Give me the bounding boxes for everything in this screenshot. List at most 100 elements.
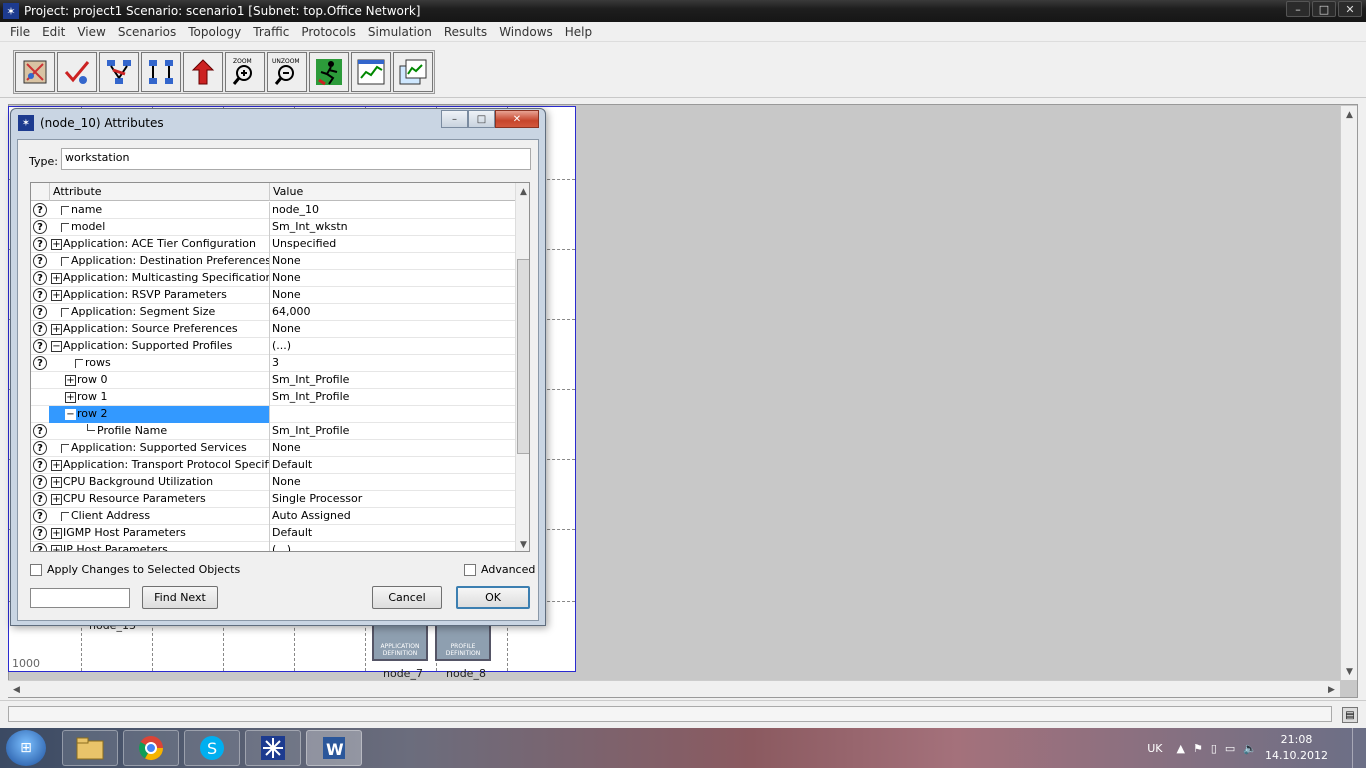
expand-icon[interactable]: + (51, 459, 62, 471)
attribute-value[interactable]: None (272, 474, 512, 491)
help-icon[interactable]: ? (33, 288, 47, 302)
table-row[interactable]: ? + CPU Background Utilization None (31, 474, 515, 491)
scroll-down-icon[interactable]: ▼ (1342, 664, 1357, 679)
explorer-taskbar-button[interactable] (62, 730, 118, 766)
scroll-right-icon[interactable]: ▶ (1324, 682, 1339, 697)
dialog-titlebar[interactable]: ✶ (node_10) Attributes – □ ✕ (11, 109, 545, 137)
language-indicator[interactable]: UK (1147, 742, 1162, 755)
menu-help[interactable]: Help (559, 25, 598, 39)
help-icon[interactable]: ? (33, 492, 47, 506)
expand-icon[interactable]: + (51, 493, 62, 505)
menu-view[interactable]: View (71, 25, 111, 39)
table-row[interactable]: ? + IGMP Host Parameters Default (31, 525, 515, 542)
attribute-value[interactable]: Unspecified (272, 236, 512, 253)
table-row[interactable]: + row 1 Sm_Int_Profile (31, 389, 515, 406)
table-row[interactable]: ? + CPU Resource Parameters Single Proces… (31, 491, 515, 508)
table-row[interactable]: ? Application: Destination Preferences N… (31, 253, 515, 270)
attribute-column-header[interactable]: Attribute (49, 183, 270, 201)
help-icon[interactable]: ? (33, 271, 47, 285)
view-results-button[interactable] (351, 52, 391, 92)
attribute-value[interactable]: Single Processor (272, 491, 512, 508)
start-button[interactable]: ⊞ (6, 730, 46, 766)
checkbox-box[interactable] (30, 563, 42, 576)
table-scroll-down-icon[interactable]: ▼ (516, 537, 529, 551)
attribute-value[interactable]: (...) (272, 338, 512, 355)
advanced-checkbox[interactable]: Advanced (464, 563, 535, 576)
expand-icon[interactable]: + (51, 323, 62, 335)
attribute-value[interactable]: Sm_Int_Profile (272, 372, 512, 389)
table-row[interactable]: ? − Application: Supported Profiles (...) (31, 338, 515, 355)
skype-taskbar-button[interactable]: S (184, 730, 240, 766)
attribute-value[interactable]: None (272, 253, 512, 270)
menu-results[interactable]: Results (438, 25, 493, 39)
expand-icon[interactable]: + (51, 476, 62, 488)
close-button[interactable]: ✕ (1338, 1, 1362, 17)
table-row[interactable]: ? + IP Host Parameters (...) (31, 542, 515, 551)
help-icon[interactable]: ? (33, 305, 47, 319)
dialog-close-button[interactable]: ✕ (495, 110, 539, 128)
table-row[interactable]: ? Application: Supported Services None (31, 440, 515, 457)
node-8-label[interactable]: node_8 (446, 667, 486, 680)
help-icon[interactable]: ? (33, 237, 47, 251)
scroll-left-icon[interactable]: ◀ (9, 682, 24, 697)
menu-protocols[interactable]: Protocols (295, 25, 362, 39)
attribute-value[interactable]: Default (272, 457, 512, 474)
profile-definition-node[interactable]: PROFILE DEFINITION (435, 621, 491, 661)
table-row[interactable]: ? + Application: RSVP Parameters None (31, 287, 515, 304)
help-icon[interactable]: ? (33, 356, 47, 370)
device-icon[interactable]: ▯ (1211, 742, 1217, 755)
attribute-value[interactable]: Sm_Int_Profile (272, 389, 512, 406)
configure-run-button[interactable] (309, 52, 349, 92)
action-center-icon[interactable]: ⚑ (1193, 742, 1203, 755)
table-row[interactable]: ? + Application: Source Preferences None (31, 321, 515, 338)
table-scroll-thumb[interactable] (517, 259, 529, 454)
table-vertical-scrollbar[interactable]: ▲ ▼ (515, 183, 529, 551)
attribute-value[interactable]: Sm_Int_Profile (272, 423, 512, 440)
ok-button[interactable]: OK (456, 586, 530, 609)
dialog-maximize-button[interactable]: □ (468, 110, 495, 128)
help-icon[interactable]: ? (33, 441, 47, 455)
help-icon[interactable]: ? (33, 203, 47, 217)
collapse-icon[interactable]: − (65, 408, 76, 420)
attribute-value[interactable]: None (272, 287, 512, 304)
zoom-button[interactable]: ZOOM (225, 52, 265, 92)
node-7-label[interactable]: node_7 (383, 667, 423, 680)
type-field[interactable]: workstation (61, 148, 531, 170)
find-next-button[interactable]: Find Next (142, 586, 218, 609)
menu-file[interactable]: File (4, 25, 36, 39)
cancel-button[interactable]: Cancel (372, 586, 442, 609)
help-icon[interactable]: ? (33, 509, 47, 523)
attribute-value[interactable]: None (272, 440, 512, 457)
fail-link-button[interactable] (99, 52, 139, 92)
workspace-vertical-scrollbar[interactable]: ▲ ▼ (1340, 106, 1357, 680)
expand-icon[interactable]: + (51, 527, 62, 539)
attribute-value[interactable]: Default (272, 525, 512, 542)
table-row[interactable]: + row 0 Sm_Int_Profile (31, 372, 515, 389)
help-icon[interactable]: ? (33, 339, 47, 353)
return-to-parent-button[interactable] (183, 52, 223, 92)
menu-topology[interactable]: Topology (182, 25, 247, 39)
menu-traffic[interactable]: Traffic (247, 25, 295, 39)
table-row[interactable]: ? + Application: Multicasting Specificati… (31, 270, 515, 287)
help-icon[interactable]: ? (33, 254, 47, 268)
expand-icon[interactable]: + (51, 238, 62, 250)
table-row[interactable]: ? + Application: Transport Protocol Speci… (31, 457, 515, 474)
chrome-taskbar-button[interactable] (123, 730, 179, 766)
table-row[interactable]: ? rows 3 (31, 355, 515, 372)
menu-scenarios[interactable]: Scenarios (112, 25, 182, 39)
apply-changes-checkbox[interactable]: Apply Changes to Selected Objects (30, 563, 240, 576)
collapse-icon[interactable]: − (51, 340, 62, 352)
help-icon[interactable]: ? (33, 458, 47, 472)
menu-edit[interactable]: Edit (36, 25, 71, 39)
attribute-value[interactable]: 3 (272, 355, 512, 372)
word-taskbar-button[interactable]: W (306, 730, 362, 766)
help-icon[interactable]: ? (33, 220, 47, 234)
table-row-selected[interactable]: − row 2 (31, 406, 515, 423)
help-icon[interactable]: ? (33, 322, 47, 336)
find-input[interactable] (30, 588, 130, 608)
workspace-horizontal-scrollbar[interactable]: ◀ ▶ (8, 680, 1340, 697)
open-palette-button[interactable] (15, 52, 55, 92)
expand-icon[interactable]: + (65, 391, 76, 403)
checkbox-box[interactable] (464, 563, 476, 576)
minimize-button[interactable]: – (1286, 1, 1310, 17)
